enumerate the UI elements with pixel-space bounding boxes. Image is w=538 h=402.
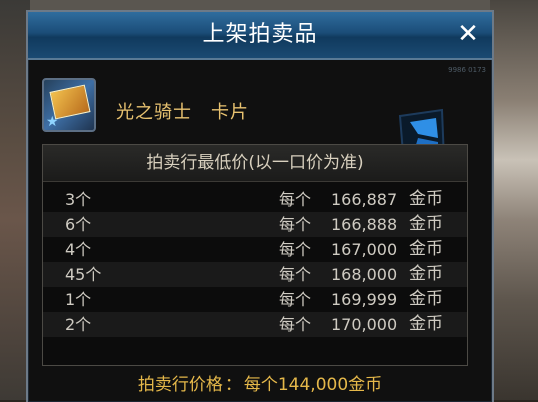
- price-row[interactable]: 1个 每个 169,999 金币: [43, 287, 467, 312]
- row-each: 每个: [279, 315, 312, 334]
- row-qty: 2个: [65, 315, 92, 334]
- close-button[interactable]: ✕: [454, 20, 482, 48]
- row-amount: 166,888: [331, 215, 398, 234]
- row-amount: 166,887: [331, 190, 398, 209]
- corner-code: 9986 0173: [448, 66, 486, 74]
- row-amount: 168,000: [331, 265, 398, 284]
- row-amount: 170,000: [331, 315, 398, 334]
- price-row[interactable]: 4个 每个 167,000 金币: [43, 237, 467, 262]
- row-each: 每个: [279, 240, 312, 259]
- title-bar[interactable]: 上架拍卖品 ✕: [28, 12, 492, 60]
- price-row[interactable]: 45个 每个 168,000 金币: [43, 262, 467, 287]
- row-currency: 金币: [409, 239, 443, 259]
- price-row[interactable]: 2个 每个 170,000 金币: [43, 312, 467, 337]
- row-each: 每个: [279, 290, 312, 309]
- lowest-price-header: 拍卖行最低价(以一口价为准): [43, 145, 467, 182]
- row-currency: 金币: [409, 289, 443, 309]
- row-each: 每个: [279, 215, 312, 234]
- item-name: 光之骑士 卡片: [116, 102, 249, 123]
- price-row[interactable]: 6个 每个 166,888 金币: [43, 212, 467, 237]
- row-each: 每个: [279, 265, 312, 284]
- sale-price-separator: ：: [224, 375, 242, 395]
- row-currency: 金币: [409, 214, 443, 234]
- sale-price-value: 每个144,000金币: [243, 375, 383, 395]
- background-right: [490, 0, 538, 400]
- row-qty: 4个: [65, 240, 92, 259]
- star-icon: ★: [46, 114, 59, 130]
- row-amount: 167,000: [331, 240, 398, 259]
- auction-listing-dialog: 上架拍卖品 ✕ 9986 0173 ★ 光之骑士 卡片 拍卖行最低价(以一口价为…: [26, 10, 494, 402]
- lowest-price-table: 拍卖行最低价(以一口价为准) 3个 每个 166,887 金币 6个 每个 16…: [42, 144, 468, 366]
- knight-card-icon[interactable]: ★: [42, 78, 96, 132]
- row-qty: 6个: [65, 215, 92, 234]
- row-qty: 45个: [65, 265, 102, 284]
- row-currency: 金币: [409, 314, 443, 334]
- row-currency: 金币: [409, 189, 443, 209]
- sale-price-label: 拍卖行价格: [137, 375, 223, 395]
- dialog-title: 上架拍卖品: [202, 22, 318, 47]
- row-amount: 169,999: [331, 290, 398, 309]
- row-each: 每个: [279, 190, 312, 209]
- sale-price: 拍卖行价格：每个144,000金币: [28, 370, 492, 395]
- row-currency: 金币: [409, 264, 443, 284]
- row-qty: 1个: [65, 290, 92, 309]
- price-rows: 3个 每个 166,887 金币 6个 每个 166,888 金币 4个 每个 …: [43, 187, 467, 337]
- row-qty: 3个: [65, 190, 92, 209]
- price-row[interactable]: 3个 每个 166,887 金币: [43, 187, 467, 212]
